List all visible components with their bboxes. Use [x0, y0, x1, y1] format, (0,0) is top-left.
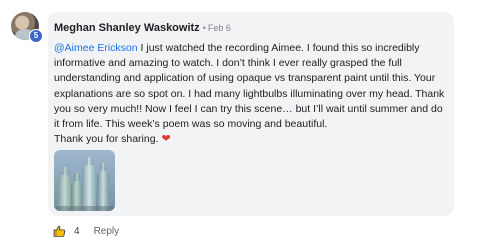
photo-table: [54, 206, 115, 211]
meta-separator: •: [202, 23, 206, 33]
comment-text: @Aimee Erickson I just watched the recor…: [54, 41, 450, 147]
bottle-shape: [97, 163, 109, 211]
mention-link[interactable]: @Aimee Erickson: [54, 42, 138, 54]
comment-date[interactable]: Feb 6: [208, 23, 231, 33]
comment-actions: 4 Reply: [53, 225, 119, 238]
thumbs-up-icon: [53, 225, 66, 237]
like-button[interactable]: [53, 225, 66, 238]
level-badge: 5: [29, 29, 43, 43]
comment-header: Meghan Shanley Waskowitz • Feb 6: [54, 22, 231, 34]
like-count: 4: [74, 226, 80, 237]
author-name[interactable]: Meghan Shanley Waskowitz: [54, 22, 200, 34]
bottle-shape: [82, 157, 96, 211]
reply-button[interactable]: Reply: [94, 226, 120, 237]
comment-closing: Thank you for sharing.: [54, 133, 159, 146]
comment-body: I just watched the recording Aimee. I fo…: [54, 42, 445, 131]
attached-photo[interactable]: [54, 150, 115, 211]
heart-icon: ❤: [161, 133, 171, 146]
